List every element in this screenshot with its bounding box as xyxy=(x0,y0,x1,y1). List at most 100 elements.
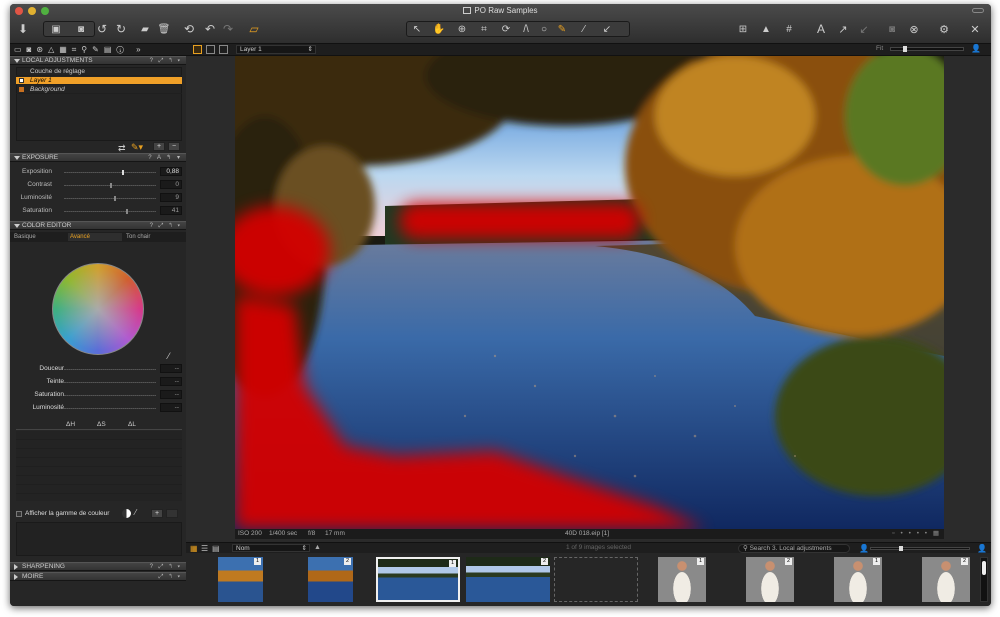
exposure-header[interactable]: EXPOSURE? A ↰ ▾ xyxy=(10,153,186,162)
zoom-slider[interactable] xyxy=(890,46,964,52)
layer-checkbox[interactable] xyxy=(19,78,24,83)
color-editor-header[interactable]: COLOR EDITOR? ⤢ ↰ ▾ xyxy=(10,221,186,230)
remove-layer-button[interactable]: − xyxy=(168,142,180,151)
zoom-icon[interactable]: ⊕ xyxy=(454,20,470,38)
copy-arrow-icon[interactable]: ↙ xyxy=(856,20,872,38)
local-adjustments-header[interactable]: LOCAL ADJUSTMENTS? ⤢ ↰ ▾ xyxy=(10,56,186,65)
header-icons[interactable]: ? ⤢ ↰ ▾ xyxy=(150,57,182,65)
browser-list-icon[interactable]: ☰ xyxy=(201,544,208,553)
color-picker-icon[interactable]: ↙ xyxy=(599,20,615,38)
user-icon[interactable]: 👤 xyxy=(971,44,981,53)
overlay-toggle-icons[interactable]: ▫ • • • • ▦ xyxy=(892,529,941,539)
spot-removal-icon[interactable]: ○ xyxy=(537,20,551,38)
add-color-button[interactable]: + xyxy=(151,509,163,518)
color-wheel[interactable] xyxy=(52,263,144,355)
layer-item-1[interactable]: Layer 1 xyxy=(16,77,182,85)
contrast-slider[interactable]: Contrast 0 xyxy=(16,180,182,191)
thumbnail-portrait[interactable]: 2 xyxy=(746,557,794,602)
grid-overlay-icon[interactable]: # xyxy=(781,20,797,38)
thumbnail-size-slider[interactable] xyxy=(870,546,970,551)
sort-select[interactable]: Nom ⇕ xyxy=(232,544,310,552)
saturation-slider[interactable]: Saturation 41 xyxy=(16,206,182,217)
live-view-icon[interactable]: ◙ xyxy=(70,20,92,38)
grid-view-icon[interactable]: ⊞ xyxy=(735,20,751,38)
move-to-folder-icon[interactable]: ▰ xyxy=(137,20,153,38)
header-icons[interactable]: ⤢ ↰ ▾ xyxy=(159,573,182,581)
thumbnail-portrait[interactable]: 1 xyxy=(658,557,706,602)
apply-arrow-icon[interactable]: ↗ xyxy=(835,20,851,38)
header-icons[interactable]: ? ⤢ ↰ ▾ xyxy=(150,563,182,571)
grid-layout-icon[interactable] xyxy=(193,45,202,54)
thumbnail[interactable]: 2 xyxy=(308,557,353,602)
sort-direction-icon[interactable]: ▲ xyxy=(314,544,321,551)
thumbnail-portrait[interactable]: 2 xyxy=(922,557,970,602)
tab-ton-chair[interactable]: Ton chair xyxy=(124,233,184,241)
slider-value[interactable]: -- xyxy=(160,377,182,386)
color-wheel-small-icon[interactable] xyxy=(122,509,131,518)
moire-header[interactable]: MOIRE ⤢ ↰ ▾ xyxy=(10,572,186,581)
tab-avance[interactable]: Avancé xyxy=(68,233,122,241)
crop-icon[interactable]: ⌗ xyxy=(476,20,492,38)
eyedropper-picker-icon[interactable]: ⁄ xyxy=(168,351,170,361)
trash-icon[interactable]: 🗑 xyxy=(156,20,172,38)
undo-all-icon[interactable]: ⟲ xyxy=(181,20,197,38)
slider-value[interactable]: 0 xyxy=(160,180,182,189)
filmstrip-scrollbar[interactable] xyxy=(980,557,988,602)
thumbnail[interactable]: 1 xyxy=(218,557,263,602)
slider-value[interactable]: 0,88 xyxy=(160,167,182,176)
slider-value[interactable]: 9 xyxy=(160,193,182,202)
keystone-icon[interactable]: /\ xyxy=(518,20,534,38)
gamut-checkbox[interactable] xyxy=(16,511,22,517)
add-layer-button[interactable]: + xyxy=(153,142,165,151)
header-icons[interactable]: ? ⤢ ↰ ▾ xyxy=(150,222,182,230)
slider-value[interactable]: -- xyxy=(160,364,182,373)
tools-icon[interactable]: ✕ xyxy=(967,20,983,38)
rotate-straighten-icon[interactable]: ⟳ xyxy=(498,20,514,38)
sharpening-header[interactable]: SHARPENING? ⤢ ↰ ▾ xyxy=(10,562,186,571)
layer-select[interactable]: Layer 1 ⇕ xyxy=(236,45,316,54)
slider-value[interactable]: -- xyxy=(160,403,182,412)
slider-value[interactable]: -- xyxy=(160,390,182,399)
compare-view-icon[interactable] xyxy=(219,45,228,54)
main-photo[interactable] xyxy=(235,56,944,529)
capture-icon[interactable]: ▣ xyxy=(45,20,67,38)
brush-icon[interactable]: ✎ xyxy=(554,20,570,38)
header-icons[interactable]: ? A ↰ ▾ xyxy=(148,154,182,162)
luminosite-slider[interactable]: Luminosité 9 xyxy=(16,193,182,204)
undo-icon[interactable]: ↶ xyxy=(202,20,218,38)
empty-thumbnail-slot[interactable] xyxy=(554,557,638,602)
browser-filmstrip-icon[interactable]: ▤ xyxy=(212,544,220,553)
pan-icon[interactable]: ✋ xyxy=(431,20,447,38)
rotate-left-icon[interactable]: ↺ xyxy=(94,20,110,38)
redo-icon[interactable]: ↷ xyxy=(220,20,236,38)
settings-gear-icon[interactable]: ⚙ xyxy=(936,20,952,38)
tool-tab-icons[interactable]: ▭◙⊛△▦⌗⚲✎▤ⓘ » xyxy=(14,45,146,55)
thumbnail-selected[interactable]: 1 xyxy=(376,557,460,602)
toolbar-toggle-button[interactable] xyxy=(972,8,984,13)
variants-icon[interactable]: ▱ xyxy=(244,20,264,38)
teinte-slider[interactable]: Teinte -- xyxy=(16,377,182,388)
camera-icon[interactable]: ◙ xyxy=(884,20,900,38)
text-annotation-icon[interactable]: A xyxy=(813,20,829,38)
ce-saturation-slider[interactable]: Saturation -- xyxy=(16,390,182,401)
remove-color-button[interactable] xyxy=(166,509,178,518)
slider-value[interactable]: 41 xyxy=(160,206,182,215)
reset-icon[interactable]: ⊗ xyxy=(906,20,922,38)
layer-item-background[interactable]: Background xyxy=(16,86,182,94)
import-icon[interactable]: ⬇ xyxy=(14,20,32,38)
ce-luminosite-slider[interactable]: Luminosité -- xyxy=(16,403,182,414)
douceur-slider[interactable]: Douceur -- xyxy=(16,364,182,375)
tab-basique[interactable]: Basique xyxy=(12,233,66,241)
search-input[interactable]: ⚲ Search 3. Local adjustments xyxy=(738,544,850,553)
thumbnail[interactable]: 2 xyxy=(466,557,550,602)
rotate-right-icon[interactable]: ↻ xyxy=(113,20,129,38)
exposition-slider[interactable]: Exposition 0,88 xyxy=(16,167,182,178)
brush-tool-icon[interactable]: ✎▾ xyxy=(131,142,143,153)
thumbnail-portrait[interactable]: 1 xyxy=(834,557,882,602)
select-cursor-icon[interactable]: ↖ xyxy=(409,20,425,38)
browser-grid-icon[interactable]: ▦ xyxy=(190,544,198,553)
exposure-warning-icon[interactable]: ▲ xyxy=(758,20,774,38)
picker-small-icon[interactable]: ⁄ xyxy=(135,508,136,517)
eyedropper-icon[interactable]: ⁄ xyxy=(576,20,592,38)
single-view-icon[interactable] xyxy=(206,45,215,54)
